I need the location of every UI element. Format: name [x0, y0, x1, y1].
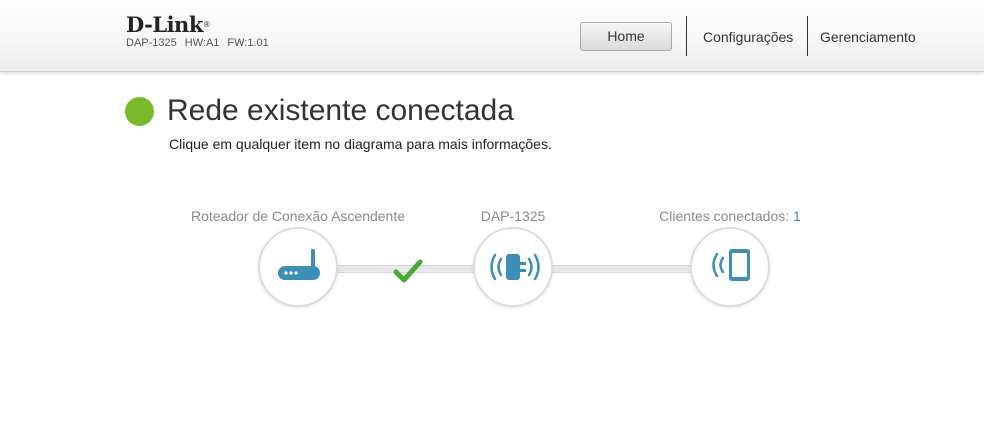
nav-settings-link[interactable]: Configurações [703, 28, 793, 46]
checkmark-icon [393, 259, 423, 283]
header-bar: D-Link® DAP-1325 HW:A1 FW:1.01 Home Config… [0, 0, 984, 72]
clients-label-text: Clientes conectados: [659, 208, 790, 224]
page-title: Rede existente conectada [167, 94, 514, 127]
nav-home-button[interactable]: Home [580, 22, 672, 51]
status-indicator-dot [125, 97, 154, 126]
tablet-icon [712, 249, 750, 281]
main-nav: Home Configurações Gerenciamento [0, 0, 984, 72]
router-label: Roteador de Conexão Ascendente [190, 208, 406, 224]
extender-node[interactable] [473, 227, 553, 307]
router-icon [278, 249, 320, 280]
nav-management-link[interactable]: Gerenciamento [820, 28, 916, 46]
clients-count[interactable]: 1 [793, 208, 801, 224]
nav-separator [807, 16, 808, 56]
nav-separator [686, 16, 687, 56]
extender-label: DAP-1325 [480, 208, 546, 224]
clients-node[interactable] [690, 227, 770, 307]
page: D-Link® DAP-1325 HW:A1 FW:1.01 Home Config… [0, 0, 984, 448]
clients-label: Clientes conectados: 1 [640, 208, 820, 224]
extender-clients-link [550, 265, 693, 273]
extender-icon [490, 253, 540, 281]
page-subtitle: Clique em qualquer item no diagrama para… [169, 136, 552, 152]
router-node[interactable] [258, 227, 338, 307]
